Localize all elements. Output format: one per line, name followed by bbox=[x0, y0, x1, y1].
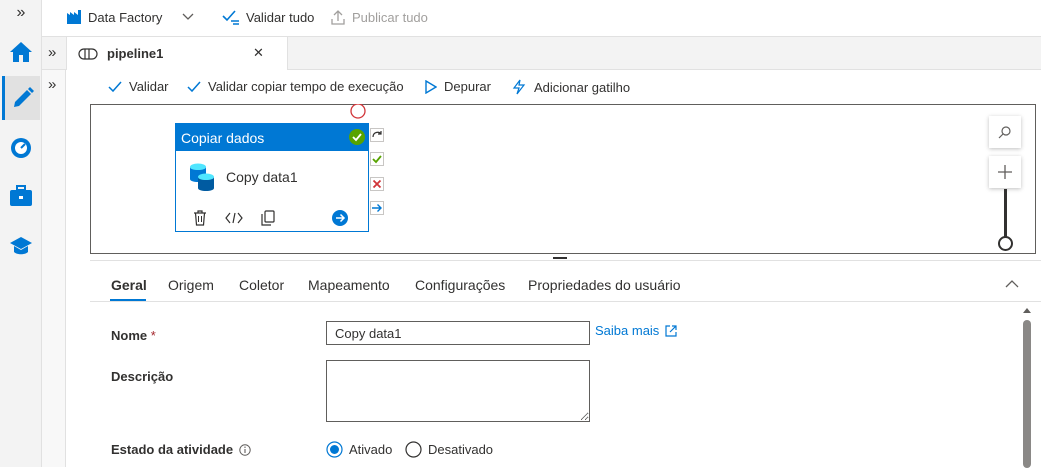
database-copy-icon bbox=[190, 163, 214, 191]
validate-copy-runtime-label: Validar copiar tempo de execução bbox=[208, 79, 404, 94]
home-icon bbox=[10, 42, 32, 62]
deactivated-label: Desativado bbox=[428, 442, 494, 457]
validate-button[interactable]: Validar bbox=[108, 79, 169, 94]
radio-selected-icon bbox=[326, 441, 343, 458]
upload-icon bbox=[331, 10, 345, 25]
pipeline-icon bbox=[78, 48, 98, 60]
external-link-icon bbox=[665, 324, 677, 337]
pipeline-toolbar: Validar Validar copiar tempo de execução… bbox=[90, 70, 1041, 104]
copy-icon[interactable] bbox=[261, 210, 275, 226]
activity-output-handles bbox=[369, 128, 385, 218]
expand-activities-icon[interactable]: » bbox=[48, 76, 56, 93]
add-trigger-button[interactable]: Adicionar gatilho bbox=[511, 79, 630, 95]
panel-scrollbar[interactable] bbox=[1023, 305, 1031, 468]
search-icon bbox=[998, 126, 1011, 139]
name-label: Nome * bbox=[111, 328, 156, 343]
skip-handle-icon[interactable] bbox=[370, 128, 384, 142]
top-bar: Data Factory Validar tudo Publicar tudo bbox=[42, 0, 1041, 37]
tab-propriedades-usuario[interactable]: Propriedades do usuário bbox=[528, 277, 681, 293]
factory-label: Data Factory bbox=[88, 9, 163, 25]
validate-all-label: Validar tudo bbox=[246, 9, 315, 25]
copy-data-activity-card[interactable]: Copiar dados Copy data1 bbox=[175, 123, 369, 232]
monitor-gauge-icon bbox=[11, 138, 31, 158]
toolbox-icon bbox=[10, 185, 32, 206]
learn-more-link[interactable]: Saiba mais bbox=[595, 323, 677, 338]
radio-unselected-icon bbox=[405, 441, 422, 458]
activities-pane-collapsed: » bbox=[42, 70, 66, 467]
plus-icon bbox=[998, 165, 1012, 179]
pipeline-tab-label: pipeline1 bbox=[107, 46, 164, 61]
activity-type-label: Copiar dados bbox=[181, 130, 265, 146]
checkmark-icon bbox=[108, 81, 122, 92]
description-textarea[interactable] bbox=[326, 360, 590, 422]
required-marker: * bbox=[150, 328, 156, 343]
activity-name-label: Copy data1 bbox=[226, 169, 298, 185]
arrow-right-circle-icon[interactable] bbox=[332, 210, 348, 226]
activated-radio[interactable]: Ativado bbox=[326, 441, 392, 458]
success-handle-icon[interactable] bbox=[370, 152, 384, 166]
panel-tabs: Geral Origem Coletor Mapeamento Configur… bbox=[90, 261, 1041, 302]
validate-all-icon bbox=[222, 10, 239, 25]
zoom-in-button[interactable] bbox=[989, 156, 1021, 188]
expand-factory-resources-icon[interactable]: » bbox=[48, 44, 56, 61]
activated-label: Ativado bbox=[349, 442, 393, 457]
validate-copy-runtime-button[interactable]: Validar copiar tempo de execução bbox=[187, 79, 404, 94]
deactivated-radio[interactable]: Desativado bbox=[405, 441, 493, 458]
pencil-icon bbox=[13, 87, 34, 107]
learn-more-label: Saiba mais bbox=[595, 323, 660, 338]
info-icon[interactable] bbox=[239, 443, 251, 456]
home-nav-button[interactable] bbox=[2, 30, 40, 74]
description-label: Descrição bbox=[111, 369, 174, 384]
tab-origem[interactable]: Origem bbox=[168, 277, 214, 293]
chevron-down-icon bbox=[182, 13, 194, 20]
learning-nav-button[interactable] bbox=[2, 224, 40, 268]
name-input[interactable] bbox=[326, 321, 590, 345]
lightning-icon bbox=[512, 79, 526, 95]
debug-label: Depurar bbox=[444, 79, 491, 94]
activity-state-label-text: Estado da atividade bbox=[111, 442, 234, 457]
close-tab-icon[interactable]: ✕ bbox=[253, 45, 264, 61]
delete-icon[interactable] bbox=[193, 210, 207, 226]
publish-all-label: Publicar tudo bbox=[352, 9, 428, 25]
success-check-icon bbox=[349, 129, 365, 145]
activity-state-label: Estado da atividade bbox=[111, 442, 251, 457]
tab-configuracoes[interactable]: Configurações bbox=[415, 277, 505, 293]
connection-handle-icon[interactable] bbox=[349, 104, 367, 122]
failure-handle-icon[interactable] bbox=[370, 177, 384, 191]
zoom-slider-track[interactable] bbox=[1004, 189, 1007, 237]
monitor-nav-button[interactable] bbox=[2, 126, 40, 170]
zoom-search-button[interactable] bbox=[989, 116, 1021, 148]
code-icon[interactable] bbox=[225, 212, 243, 224]
graduation-cap-icon bbox=[10, 237, 32, 255]
tab-strip: » pipeline1 ✕ bbox=[42, 37, 1041, 70]
tab-geral[interactable]: Geral bbox=[111, 277, 147, 293]
tab-mapeamento[interactable]: Mapeamento bbox=[308, 277, 390, 293]
scroll-up-icon[interactable] bbox=[1023, 307, 1031, 313]
checkmark-icon bbox=[187, 81, 201, 92]
properties-panel: Geral Origem Coletor Mapeamento Configur… bbox=[90, 260, 1041, 468]
scrollbar-thumb[interactable] bbox=[1023, 320, 1031, 468]
zoom-slider-thumb[interactable] bbox=[998, 236, 1013, 251]
debug-button[interactable]: Depurar bbox=[425, 79, 491, 94]
validate-label: Validar bbox=[129, 79, 169, 94]
expand-nav-button[interactable]: » bbox=[2, 0, 40, 26]
manage-nav-button[interactable] bbox=[2, 174, 40, 218]
factory-selector[interactable]: Data Factory bbox=[66, 9, 194, 25]
activity-card-header: Copiar dados bbox=[176, 124, 368, 151]
add-trigger-label: Adicionar gatilho bbox=[534, 79, 631, 95]
author-nav-button[interactable] bbox=[2, 76, 40, 120]
collapse-panel-icon[interactable] bbox=[1005, 280, 1019, 288]
expand-nav-icon: » bbox=[16, 4, 26, 21]
tab-pipeline1[interactable]: pipeline1 ✕ bbox=[66, 37, 288, 70]
tab-coletor[interactable]: Coletor bbox=[239, 277, 284, 293]
active-tab-underline bbox=[110, 299, 146, 301]
factory-icon bbox=[67, 10, 81, 24]
name-label-text: Nome bbox=[111, 328, 148, 343]
validate-all-button[interactable]: Validar tudo bbox=[222, 9, 314, 25]
left-navigation: » bbox=[0, 0, 42, 467]
completion-handle-icon[interactable] bbox=[370, 201, 384, 215]
panel-resize-handle[interactable] bbox=[553, 257, 567, 259]
publish-all-button[interactable]: Publicar tudo bbox=[330, 9, 428, 25]
play-icon bbox=[425, 79, 437, 94]
